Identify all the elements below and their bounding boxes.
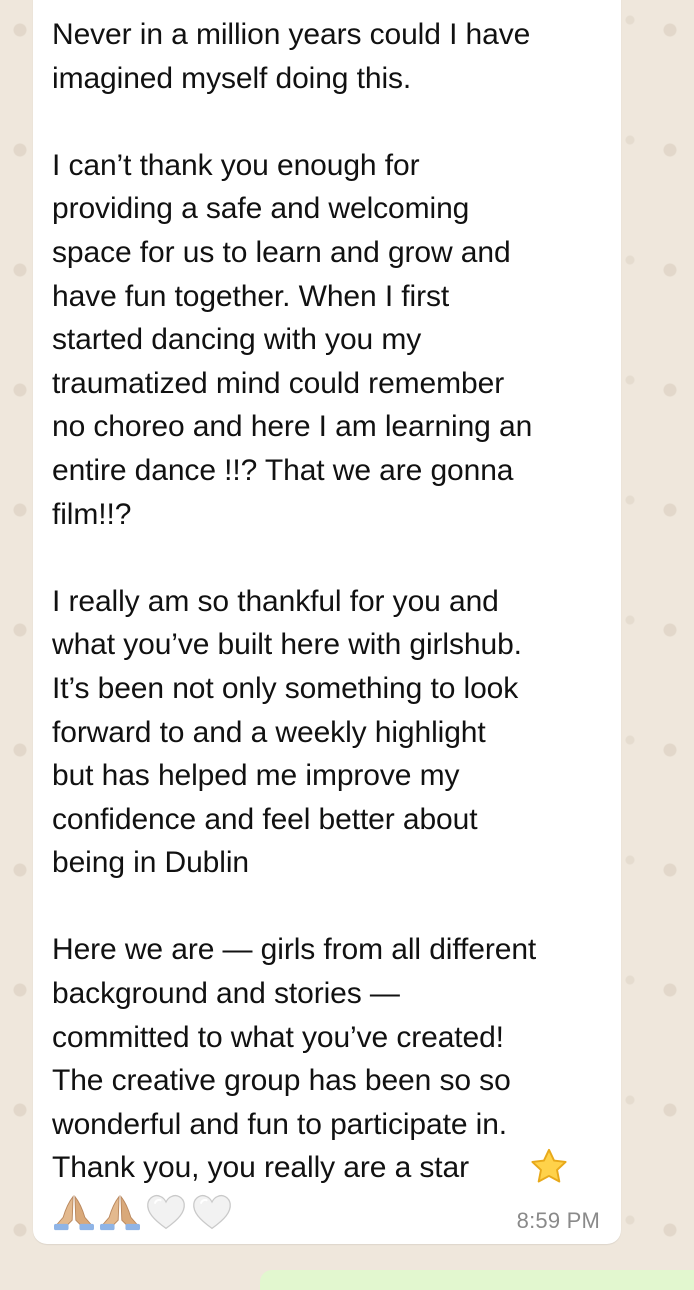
- white-heart-emoji: [193, 1195, 231, 1230]
- next-outgoing-message-edge: [260, 1270, 694, 1290]
- star-emoji: [531, 1148, 567, 1183]
- message-timestamp: 8:59 PM: [516, 1208, 600, 1233]
- praying-hands-emoji: [100, 1195, 140, 1231]
- emoji-row: [52, 1190, 234, 1234]
- white-heart-emoji: [147, 1195, 185, 1230]
- message-text: Never in a million years could I have im…: [52, 18, 537, 1185]
- praying-hands-emoji: [54, 1195, 94, 1231]
